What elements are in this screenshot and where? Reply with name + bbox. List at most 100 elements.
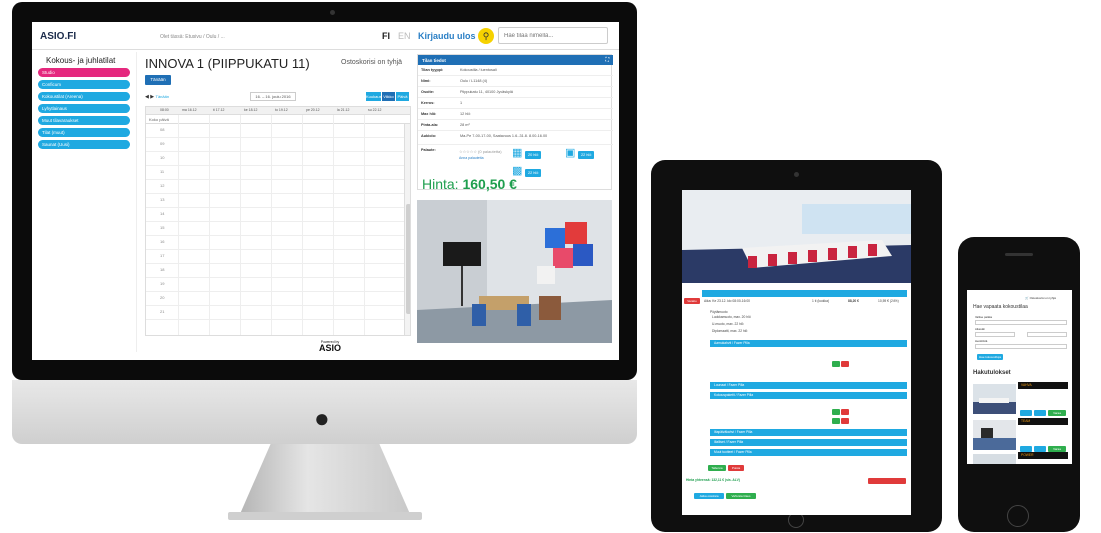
calendar-scrollbar[interactable] [404, 124, 410, 335]
scrollbar-thumb[interactable] [406, 204, 410, 314]
hour-label: 17 [160, 253, 165, 258]
photo-floor [973, 402, 1016, 414]
date-range[interactable]: 16. – 16. joulu 2016 [250, 92, 296, 101]
remove-button[interactable] [841, 418, 849, 424]
seating-option[interactable]: U-muoto, max. 22 hlö [712, 322, 744, 326]
calendar-slot[interactable]: 08 [146, 124, 404, 138]
book-button[interactable]: Varaa [1048, 410, 1066, 416]
calendar-slot[interactable]: 19 [146, 278, 404, 292]
calendar-slot[interactable]: 14 [146, 208, 404, 222]
add-button[interactable] [832, 361, 840, 367]
photo-tv [443, 242, 481, 266]
sidebar-item-saunat[interactable]: Saunat (Uusi) [38, 140, 130, 149]
info-row: Pinta-ala: 28 m² [418, 120, 613, 131]
tablet-room-photo [682, 190, 911, 283]
booking-vat: 10,59 € (24%) [878, 299, 899, 303]
result-card[interactable]: VAHVA Varaa [973, 382, 1068, 420]
date-from-field[interactable] [975, 332, 1015, 337]
feedback-and-seating: ☆☆☆☆☆ (0 palautetta) Anna palautetta ▦ 2… [417, 147, 612, 177]
sidebar-item-kokoustilat[interactable]: Kokoustilat (Areena) [38, 92, 130, 101]
people-field[interactable] [975, 344, 1067, 349]
photo-windows [802, 204, 911, 234]
result-card[interactable]: TEAM Varaa [973, 418, 1068, 456]
view-month-button[interactable]: Kuukausi [366, 92, 382, 101]
sidebar-item-studio[interactable]: Studio [38, 68, 130, 77]
continue-shopping-button[interactable]: Jatka ostoksia [694, 493, 724, 499]
calendar-slot[interactable]: 13 [146, 194, 404, 208]
photo-panel-white [537, 266, 555, 284]
cart-status[interactable]: 🛒 Ostoskorisi on tyhjä [1025, 296, 1056, 300]
desktop-screen: ASIO.FI Olet tässä: Etusivu / Oulu / ...… [32, 22, 619, 360]
search-title: Hae vapaata kokoustilaa [973, 304, 1028, 310]
result-card[interactable]: POWER [973, 452, 1068, 464]
sidebar-item-lyhytlainaus[interactable]: Lyhytlainaus [38, 104, 130, 113]
calendar-slot[interactable]: 20 [146, 292, 404, 306]
hour-label: 11 [160, 169, 165, 174]
prev-arrow-icon[interactable]: ◀ [145, 94, 149, 100]
logo[interactable]: ASIO.FI [40, 31, 76, 42]
calendar-slot[interactable]: 10 [146, 152, 404, 166]
remove-button[interactable] [841, 409, 849, 415]
info-row: Max hlö: 12 hlö [418, 109, 613, 120]
section-header[interactable]: Kokouspaketit / Fazer Pilla [710, 392, 907, 399]
remove-button[interactable] [841, 361, 849, 367]
info-title: Tilan tiedot [422, 58, 446, 63]
calendar-slot[interactable]: 09 [146, 138, 404, 152]
info-key: Tilan tyyppi: [421, 68, 444, 72]
calendar-slot[interactable]: 12 [146, 180, 404, 194]
section-header[interactable]: Illalliset / Fazer Pilla [710, 439, 907, 446]
calendar-slot[interactable]: 11 [146, 166, 404, 180]
save-button[interactable]: Tallenna [708, 465, 726, 471]
info-value: 12 hlö [460, 112, 471, 116]
view-day-button[interactable]: Päivä [396, 92, 409, 101]
location-field[interactable] [975, 320, 1067, 325]
today-link[interactable]: Tänään [156, 94, 170, 99]
date-to-field[interactable] [1027, 332, 1067, 337]
calendar-button[interactable] [1034, 410, 1046, 416]
add-button[interactable] [832, 409, 840, 415]
section-header[interactable]: Aamukahvit / Fazer Pilla [710, 340, 907, 347]
lang-fi-link[interactable]: FI [382, 31, 390, 41]
calendar-slot[interactable]: 17 [146, 250, 404, 264]
calendar-day: ti 17.12 [213, 108, 225, 112]
photo-wall [973, 454, 1016, 464]
search-button[interactable]: Hae kokoustiloja [977, 354, 1003, 360]
feedback-link[interactable]: Anna palautetta [459, 156, 484, 160]
sidebar-item-muut[interactable]: Muut tilavaraukset [38, 116, 130, 125]
home-button[interactable] [1007, 505, 1029, 527]
search-icon[interactable]: ⚲ [478, 28, 494, 44]
asio-logo: ASIO [318, 343, 341, 353]
sidebar-item-conficum[interactable]: Conficum [38, 80, 130, 89]
photo-chair [808, 250, 817, 262]
logout-link[interactable]: Kirjaudu ulos [418, 31, 476, 41]
lang-en-link[interactable]: EN [398, 31, 411, 41]
info-row: Tilan tyyppi: Kokoustila / luentosali [418, 65, 613, 76]
add-button[interactable] [832, 418, 840, 424]
sidebar-item-tilat[interactable]: Tilat (muut) [38, 128, 130, 137]
powered-by: Powered by ASIO [310, 340, 350, 353]
calendar-slot[interactable]: 15 [146, 222, 404, 236]
remove-all-button[interactable]: Poista [728, 465, 744, 471]
imac-foot [228, 512, 422, 520]
section-header[interactable]: Iltapäiväkahvi / Fazer Pilla [710, 429, 907, 436]
search-input[interactable] [498, 27, 608, 44]
seating-option[interactable]: Diplomaatti, max. 22 hlö [712, 329, 747, 333]
price-value: 160,50 € [462, 176, 517, 192]
breadcrumb[interactable]: Olet tässä: Etusivu / Oulu / ... [160, 34, 225, 40]
booking-count: 1 ti (luokka) [812, 299, 830, 303]
calendar-slot[interactable]: 18 [146, 264, 404, 278]
seating-option[interactable]: Luokkamuoto, max. 20 hlö [712, 315, 751, 319]
today-button[interactable]: Tänään [145, 75, 171, 85]
next-arrow-icon[interactable]: ▶ [150, 94, 154, 100]
section-header[interactable]: Lounaat / Fazer Pilla [710, 382, 907, 389]
view-week-button[interactable]: Viikko [382, 92, 395, 101]
section-header[interactable]: Muut tuotteet / Fazer Pilla [710, 449, 907, 456]
confirm-order-button[interactable]: Vahvista tilaus [726, 493, 756, 499]
cart-status[interactable]: Ostoskorisi on tyhjä [341, 59, 402, 66]
calendar-all-day: Koko päivä [146, 115, 410, 124]
info-button[interactable] [1020, 410, 1032, 416]
calendar-slot[interactable]: 16 [146, 236, 404, 250]
clear-cart-button[interactable] [868, 478, 906, 484]
calendar-slot[interactable]: 21 [146, 306, 404, 320]
expand-icon[interactable]: ⛶ [605, 57, 609, 63]
